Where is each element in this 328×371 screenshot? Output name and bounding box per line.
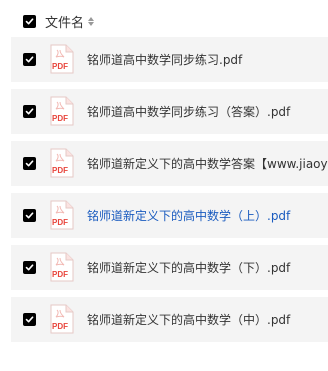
checkmark-icon [25,108,34,115]
sort-icon[interactable] [88,16,95,26]
pdf-file-icon: PDF [50,44,74,74]
file-name[interactable]: 铭师道新定义下的高中数学答案【www.jiaoyu [87,155,328,172]
file-checkbox[interactable] [23,209,36,222]
checkmark-icon [25,264,34,271]
svg-text:PDF: PDF [52,166,68,175]
pdf-file-icon: PDF [50,96,74,126]
file-checkbox[interactable] [23,157,36,170]
file-name[interactable]: 铭师道新定义下的高中数学（下）.pdf [87,259,290,276]
file-name[interactable]: 铭师道高中数学同步练习（答案）.pdf [87,103,290,120]
file-row[interactable]: PDF 铭师道新定义下的高中数学（下）.pdf [11,245,328,290]
svg-text:PDF: PDF [52,114,68,123]
file-checkbox[interactable] [23,53,36,66]
svg-text:PDF: PDF [52,322,68,331]
pdf-file-icon: PDF [50,148,74,178]
filename-column-header[interactable]: 文件名 [45,12,84,31]
svg-text:PDF: PDF [52,62,68,71]
file-checkbox[interactable] [23,313,36,326]
file-name[interactable]: 铭师道新定义下的高中数学（中）.pdf [87,311,290,328]
checkmark-icon [25,212,34,219]
file-checkbox[interactable] [23,261,36,274]
select-all-checkbox[interactable] [23,14,36,28]
file-row[interactable]: PDF 铭师道高中数学同步练习.pdf [11,37,328,82]
checkmark-icon [25,160,34,167]
file-list-panel: 文件名 PDF 铭师道高中数学同步练习.pdf PDF 铭师道高中数学同步练习（答案）… [0,0,328,371]
pdf-file-icon: PDF [50,200,74,230]
file-name[interactable]: 铭师道新定义下的高中数学（上）.pdf [87,207,290,224]
file-row[interactable]: PDF 铭师道新定义下的高中数学（中）.pdf [11,297,328,342]
file-row[interactable]: PDF 铭师道新定义下的高中数学答案【www.jiaoyu [11,141,328,186]
svg-text:PDF: PDF [52,218,68,227]
pdf-file-icon: PDF [50,252,74,282]
checkmark-icon [25,56,34,63]
list-header: 文件名 [23,11,95,31]
checkmark-icon [25,17,34,24]
file-name[interactable]: 铭师道高中数学同步练习.pdf [87,51,242,68]
file-checkbox[interactable] [23,105,36,118]
pdf-file-icon: PDF [50,304,74,334]
file-row[interactable]: PDF 铭师道高中数学同步练习（答案）.pdf [11,89,328,134]
file-row[interactable]: PDF 铭师道新定义下的高中数学（上）.pdf [11,193,328,238]
checkmark-icon [25,316,34,323]
file-list: PDF 铭师道高中数学同步练习.pdf PDF 铭师道高中数学同步练习（答案）.pdf… [11,37,328,349]
svg-text:PDF: PDF [52,270,68,279]
